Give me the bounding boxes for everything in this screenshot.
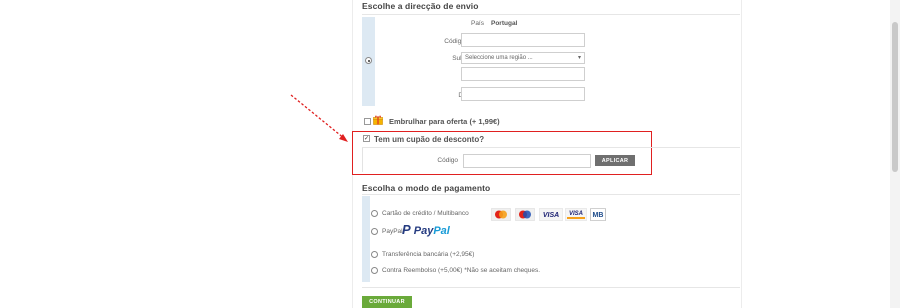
subdivision-selected-value: Seleccione uma região ... bbox=[465, 54, 533, 61]
payment-radio-transfer[interactable] bbox=[371, 251, 378, 258]
gift-icon bbox=[373, 115, 383, 125]
paypal-p-icon: P bbox=[402, 222, 411, 237]
paypal-logo-pay: Pay bbox=[413, 225, 434, 237]
postal-code-input[interactable] bbox=[461, 33, 585, 47]
red-arrow-annotation bbox=[290, 94, 348, 142]
payment-radio-paypal[interactable] bbox=[371, 228, 378, 235]
city-input[interactable] bbox=[461, 67, 585, 81]
svg-text:MB: MB bbox=[593, 212, 604, 219]
scrollbar-thumb[interactable] bbox=[892, 22, 898, 172]
shipping-address-panel: País Portugal Código postal Subdivisão S… bbox=[362, 17, 740, 106]
payment-option-transfer-label: Transferência bancária (+2,95€) bbox=[382, 251, 475, 258]
payment-option-cod-label: Contra Reembolso (+5,00€) *Não se aceita… bbox=[382, 267, 541, 274]
country-label: País bbox=[470, 20, 484, 27]
apply-coupon-button[interactable]: APLICAR bbox=[595, 155, 635, 166]
payment-option-paypal-label: PayPal bbox=[382, 228, 403, 235]
page-scrollbar[interactable] bbox=[890, 0, 900, 308]
payment-radio-cod[interactable] bbox=[371, 267, 378, 274]
paypal-logo-pal: Pal bbox=[433, 225, 450, 237]
payment-section-title: Escolha o modo de pagamento bbox=[362, 183, 491, 193]
address-input[interactable] bbox=[461, 87, 585, 101]
mastercard-icon bbox=[515, 208, 535, 221]
payment-radio-card[interactable] bbox=[371, 210, 378, 217]
coupon-checkbox[interactable]: ✓ bbox=[363, 135, 370, 142]
svg-text:VISA: VISA bbox=[543, 212, 559, 219]
coupon-code-input[interactable] bbox=[463, 154, 591, 168]
visa-card-icon: VISA bbox=[539, 208, 563, 221]
gift-wrap-label: Embrulhar para oferta (+ 1,99€) bbox=[389, 117, 500, 126]
payment-option-card-label: Cartão de crédito / Multibanco bbox=[382, 210, 469, 217]
maestro-card-icon bbox=[491, 208, 511, 221]
visa-electron-card-icon: VISA bbox=[565, 208, 587, 221]
shipping-section-title: Escolhe a direcção de envio bbox=[362, 1, 479, 11]
chevron-down-icon: ▾ bbox=[577, 55, 581, 61]
address-radio[interactable] bbox=[365, 57, 372, 64]
coupon-code-label: Código bbox=[437, 157, 458, 164]
paypal-logo: P PayPal bbox=[402, 222, 450, 237]
multibanco-icon: MB bbox=[590, 208, 606, 221]
svg-text:VISA: VISA bbox=[569, 211, 583, 217]
subdivision-select[interactable]: Seleccione uma região ... ▾ bbox=[461, 52, 585, 64]
country-value: Portugal bbox=[491, 20, 518, 27]
divider bbox=[362, 14, 740, 15]
divider bbox=[362, 194, 740, 195]
payment-select-bar bbox=[362, 196, 370, 282]
divider bbox=[362, 287, 740, 288]
gift-wrap-checkbox[interactable] bbox=[364, 118, 371, 125]
coupon-title: Tem um cupão de desconto? bbox=[374, 135, 485, 144]
continue-button[interactable]: CONTINUAR bbox=[362, 296, 412, 308]
